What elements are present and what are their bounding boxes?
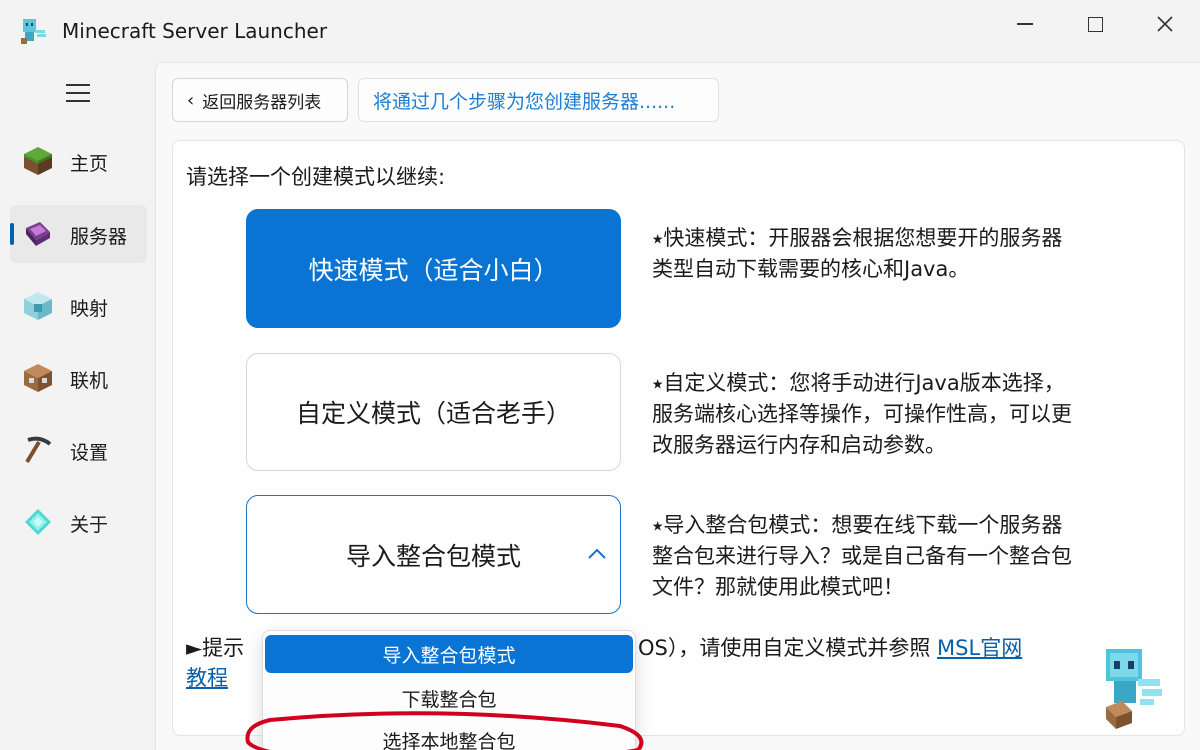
back-to-server-list-button[interactable]: ‹ 返回服务器列表 <box>172 78 348 122</box>
custom-mode-description: ⭑自定义模式：您将手动进行Java版本选择，服务端核心选择等操作，可操作性高，可… <box>652 371 1072 457</box>
import-mode-description: ⭑导入整合包模式：想要在线下载一个服务器整合包来进行导入？或是自己备有一个整合包… <box>652 513 1072 599</box>
red-annotation-circle <box>245 711 644 750</box>
sidebar-item-label: 映射 <box>70 298 109 320</box>
sidebar-item-settings[interactable]: 设置 <box>10 421 147 479</box>
close-icon <box>1157 16 1173 32</box>
hamburger-icon[interactable] <box>66 84 90 104</box>
close-button[interactable] <box>1142 8 1188 40</box>
sidebar-item-connect[interactable]: 联机 <box>10 349 147 407</box>
sidebar-item-label: 关于 <box>70 514 109 536</box>
window-title: Minecraft Server Launcher <box>62 19 328 43</box>
dropdown-option-import-mode[interactable]: 导入整合包模式 <box>265 635 633 673</box>
tip-suffix-text: OS），请使用自定义模式并参照 <box>638 636 931 660</box>
maximize-icon <box>1087 16 1103 32</box>
import-mode-label: 导入整合包模式 <box>345 541 521 571</box>
maximize-button[interactable] <box>1072 8 1118 40</box>
chevron-left-icon: ‹ <box>187 89 195 111</box>
active-indicator <box>10 223 14 245</box>
sidebar-item-about[interactable]: 关于 <box>10 493 147 551</box>
quick-mode-label: 快速模式（适合小白） <box>308 255 559 285</box>
minimize-icon <box>1017 23 1033 25</box>
custom-mode-button[interactable]: 自定义模式（适合老手） <box>246 353 621 471</box>
sidebar-item-home[interactable]: 主页 <box>10 132 147 190</box>
sidebar-item-servers[interactable]: 服务器 <box>10 205 147 263</box>
quick-mode-button[interactable]: 快速模式（适合小白） <box>246 209 621 328</box>
sidebar: 主页 服务器 映射 联机 设置 关于 <box>0 62 155 750</box>
chevron-up-icon <box>588 548 606 559</box>
sidebar-item-mapping[interactable]: 映射 <box>10 277 147 335</box>
step-info-banner: 将通过几个步骤为您创建服务器...... <box>358 78 719 122</box>
beacon-icon <box>24 292 52 320</box>
sidebar-item-label: 设置 <box>70 442 109 464</box>
grass-block-icon <box>24 147 52 175</box>
sidebar-item-label: 主页 <box>70 153 109 175</box>
mode-prompt: 请选择一个创建模式以继续: <box>186 165 446 189</box>
custom-mode-label: 自定义模式（适合老手） <box>295 399 571 428</box>
back-button-label: 返回服务器列表 <box>202 92 322 113</box>
command-block-icon <box>24 364 52 392</box>
sidebar-item-label: 联机 <box>70 370 109 392</box>
tip-suffix: OS），请使用自定义模式并参照 MSL官网 <box>638 633 1022 663</box>
msl-website-link[interactable]: MSL官网 <box>937 636 1022 660</box>
sidebar-item-label: 服务器 <box>70 226 128 248</box>
import-modpack-mode-dropdown[interactable]: 导入整合包模式 <box>246 495 621 614</box>
allay-icon <box>21 19 46 44</box>
diamond-icon <box>25 509 51 535</box>
enchanting-book-icon <box>26 222 50 246</box>
tutorial-link[interactable]: 教程 <box>186 663 228 693</box>
tip-prefix: ►提示 <box>186 636 245 660</box>
title-bar: Minecraft Server Launcher <box>0 0 1200 62</box>
quick-mode-description: ⭑快速模式：开服器会根据您想要开的服务器类型自动下载需要的核心和Java。 <box>652 226 1063 281</box>
minimize-button[interactable] <box>1002 8 1048 40</box>
pickaxe-icon <box>25 436 52 464</box>
allay-mascot-icon <box>1106 649 1162 729</box>
